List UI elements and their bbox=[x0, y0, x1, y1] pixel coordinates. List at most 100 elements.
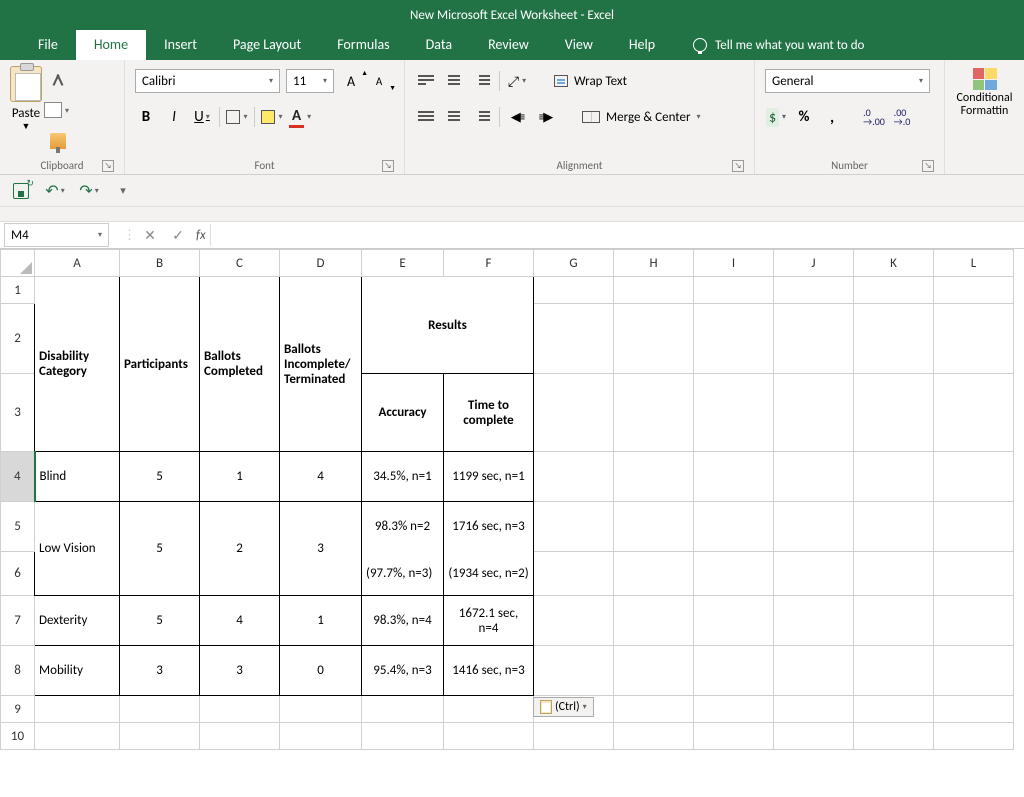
tab-review[interactable]: Review bbox=[470, 30, 547, 60]
cell-B9[interactable] bbox=[120, 696, 200, 723]
cell-J4[interactable] bbox=[774, 452, 854, 502]
cell-A1[interactable]: Disability Category bbox=[35, 277, 120, 452]
worksheet-grid[interactable]: A B C D E F G H I J K L 1 Disability Cat… bbox=[0, 249, 1024, 750]
row-header-7[interactable]: 7 bbox=[1, 596, 35, 646]
cell-J5[interactable] bbox=[774, 502, 854, 552]
number-format-select[interactable]: General▾ bbox=[765, 69, 930, 93]
redo-button[interactable]: ↷▾ bbox=[78, 180, 100, 202]
align-center-button[interactable] bbox=[443, 106, 465, 128]
col-header-F[interactable]: F bbox=[444, 250, 534, 277]
border-button[interactable]: ▾ bbox=[226, 106, 248, 128]
select-all-corner[interactable] bbox=[1, 250, 35, 277]
cell-B8[interactable]: 3 bbox=[120, 646, 200, 696]
percent-button[interactable]: % bbox=[793, 106, 815, 128]
cell-E8[interactable]: 95.4%, n=3 bbox=[362, 646, 444, 696]
cell-K1[interactable] bbox=[854, 277, 934, 304]
increase-font-button[interactable]: A bbox=[340, 70, 362, 92]
align-left-button[interactable] bbox=[415, 106, 437, 128]
cell-J3[interactable] bbox=[774, 374, 854, 452]
cell-C8[interactable]: 3 bbox=[200, 646, 280, 696]
tab-view[interactable]: View bbox=[547, 30, 611, 60]
cell-I6[interactable] bbox=[694, 552, 774, 596]
cell-B10[interactable] bbox=[120, 723, 200, 750]
cell-K8[interactable] bbox=[854, 646, 934, 696]
cell-E6[interactable]: (97.7%, n=3) bbox=[362, 552, 444, 596]
cell-A10[interactable] bbox=[35, 723, 120, 750]
tab-help[interactable]: Help bbox=[611, 30, 673, 60]
decrease-font-button[interactable]: A bbox=[368, 70, 390, 92]
row-header-5[interactable]: 5 bbox=[1, 502, 35, 552]
cell-H1[interactable] bbox=[614, 277, 694, 304]
cell-K2[interactable] bbox=[854, 304, 934, 374]
cell-C4[interactable]: 1 bbox=[200, 452, 280, 502]
cell-L3[interactable] bbox=[934, 374, 1014, 452]
row-header-6[interactable]: 6 bbox=[1, 552, 35, 596]
cell-B7[interactable]: 5 bbox=[120, 596, 200, 646]
dialog-launcher-icon[interactable]: ↘ bbox=[922, 160, 934, 172]
cell-K5[interactable] bbox=[854, 502, 934, 552]
cell-A8[interactable]: Mobility bbox=[35, 646, 120, 696]
cell-L7[interactable] bbox=[934, 596, 1014, 646]
col-header-E[interactable]: E bbox=[362, 250, 444, 277]
name-box[interactable]: M4▾ bbox=[4, 223, 109, 247]
cell-C5[interactable]: 2 bbox=[200, 502, 280, 596]
cell-I2[interactable] bbox=[694, 304, 774, 374]
cell-C7[interactable]: 4 bbox=[200, 596, 280, 646]
cell-I7[interactable] bbox=[694, 596, 774, 646]
row-header-4[interactable]: 4 bbox=[1, 452, 35, 502]
cell-F10[interactable] bbox=[444, 723, 534, 750]
cell-E10[interactable] bbox=[362, 723, 444, 750]
cell-H3[interactable] bbox=[614, 374, 694, 452]
copy-button[interactable]: ▾ bbox=[46, 100, 69, 122]
cancel-formula-button[interactable]: ✕ bbox=[136, 227, 164, 244]
cell-J2[interactable] bbox=[774, 304, 854, 374]
bold-button[interactable]: B bbox=[135, 106, 157, 128]
row-header-8[interactable]: 8 bbox=[1, 646, 35, 696]
cell-D9[interactable] bbox=[280, 696, 362, 723]
cell-D4[interactable]: 4 bbox=[280, 452, 362, 502]
cell-G4[interactable] bbox=[534, 452, 614, 502]
cell-I9[interactable] bbox=[694, 696, 774, 723]
cell-I8[interactable] bbox=[694, 646, 774, 696]
formula-input[interactable] bbox=[211, 223, 1024, 247]
merge-center-button[interactable]: Merge & Center▾ bbox=[582, 106, 701, 128]
customize-qat-button[interactable]: ▾ bbox=[112, 180, 134, 202]
cell-D7[interactable]: 1 bbox=[280, 596, 362, 646]
cell-F3[interactable]: Time to complete bbox=[444, 374, 534, 452]
cell-G3[interactable] bbox=[534, 374, 614, 452]
comma-style-button[interactable]: , bbox=[821, 106, 843, 128]
col-header-G[interactable]: G bbox=[534, 250, 614, 277]
cell-B1[interactable]: Participants bbox=[120, 277, 200, 452]
cell-G1[interactable] bbox=[534, 277, 614, 304]
cell-F7[interactable]: 1672.1 sec, n=4 bbox=[444, 596, 534, 646]
cell-F4[interactable]: 1199 sec, n=1 bbox=[444, 452, 534, 502]
col-header-C[interactable]: C bbox=[200, 250, 280, 277]
conditional-formatting-button[interactable]: ConditionalFormattin bbox=[955, 68, 1014, 118]
cell-J9[interactable] bbox=[774, 696, 854, 723]
cell-L8[interactable] bbox=[934, 646, 1014, 696]
cell-D10[interactable] bbox=[280, 723, 362, 750]
underline-button[interactable]: U▾ bbox=[191, 106, 213, 128]
cut-button[interactable] bbox=[46, 70, 69, 92]
col-header-J[interactable]: J bbox=[774, 250, 854, 277]
cell-L4[interactable] bbox=[934, 452, 1014, 502]
cell-G8[interactable] bbox=[534, 646, 614, 696]
cell-E5[interactable]: 98.3% n=2 bbox=[362, 502, 444, 552]
format-painter-button[interactable] bbox=[46, 130, 69, 152]
cell-A4[interactable]: Blind bbox=[35, 452, 120, 502]
cell-E3[interactable]: Accuracy bbox=[362, 374, 444, 452]
cell-D5[interactable]: 3 bbox=[280, 502, 362, 596]
increase-decimal-button[interactable]: .0→.00 bbox=[863, 106, 885, 128]
cell-H7[interactable] bbox=[614, 596, 694, 646]
row-header-3[interactable]: 3 bbox=[1, 374, 35, 452]
cell-K7[interactable] bbox=[854, 596, 934, 646]
cell-D1[interactable]: Ballots Incomplete/ Terminated bbox=[280, 277, 362, 452]
cell-E7[interactable]: 98.3%, n=4 bbox=[362, 596, 444, 646]
decrease-indent-button[interactable]: ◀≡ bbox=[506, 106, 528, 128]
font-size-select[interactable]: 11▾ bbox=[286, 69, 334, 93]
cell-K3[interactable] bbox=[854, 374, 934, 452]
cell-C9[interactable] bbox=[200, 696, 280, 723]
col-header-B[interactable]: B bbox=[120, 250, 200, 277]
row-header-9[interactable]: 9 bbox=[1, 696, 35, 723]
cell-L5[interactable] bbox=[934, 502, 1014, 552]
